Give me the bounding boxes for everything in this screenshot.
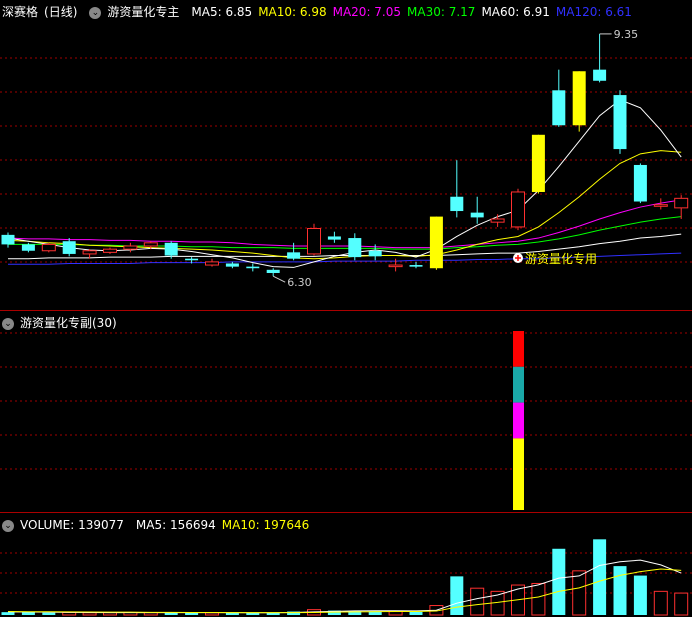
volume-bar: [572, 570, 587, 616]
candle-body: [62, 241, 76, 254]
candle-body: [572, 71, 586, 126]
candle-body: [531, 134, 545, 192]
main-indicator-name[interactable]: ⌄ 游资量化专主: [89, 4, 185, 20]
volume-legend: ⌄ VOLUME: 139077 MA5: 156694 MA10: 197646: [2, 517, 315, 533]
main-price-panel[interactable]: 9.35 6.30 游资量化专用 深赛格 (日线) ⌄ 游资量化专主 MA5: 6.85…: [0, 0, 692, 311]
sub-indicator-name[interactable]: ⌄ 游资量化专副(30): [2, 315, 123, 331]
main-legend: 深赛格 (日线) ⌄ 游资量化专主 MA5: 6.85 MA10: 6.98 MA2…: [2, 4, 638, 20]
vol-ma10-label: MA10: 197646: [221, 518, 310, 532]
candle-body: [266, 269, 280, 273]
candle-body: [1, 234, 15, 245]
candle-body: [348, 238, 362, 258]
volume-bar: [409, 611, 423, 615]
volume-bar: [62, 611, 77, 616]
high-price-label: 9.35: [614, 28, 639, 41]
candle-body: [470, 212, 484, 218]
volume-bar: [82, 612, 97, 616]
volume-bar: [225, 612, 239, 615]
candle-body: [388, 264, 403, 268]
candle-body: [21, 244, 35, 251]
candle-body: [593, 69, 607, 81]
candle-body: [450, 196, 464, 212]
signal-bar-segment: [513, 366, 524, 403]
volume-bar: [1, 612, 15, 615]
volume-bar: [470, 587, 485, 616]
candle-body: [82, 250, 97, 255]
volume-bar: [653, 590, 668, 616]
ma20-label: MA20: 7.05: [332, 5, 402, 19]
candlestick-chart[interactable]: 9.35 6.30 游资量化专用: [0, 0, 692, 311]
candle-body: [41, 243, 56, 252]
volume-bar: [21, 612, 35, 615]
ma10-label: MA10: 6.98: [258, 5, 327, 19]
signal-bar-segment: [513, 438, 524, 510]
sub-indicator-panel[interactable]: ⌄ 游资量化专副(30): [0, 311, 692, 513]
signal-bar-segment: [513, 331, 524, 367]
chevron-down-icon[interactable]: ⌄: [2, 317, 14, 330]
volume-bar: [531, 582, 546, 616]
candle-body: [552, 90, 566, 126]
ma5-label: MA5: 6.85: [191, 5, 253, 19]
chevron-down-icon[interactable]: ⌄: [2, 519, 14, 532]
signal-bar-segment: [513, 402, 524, 439]
candle-body: [205, 261, 219, 266]
candle-body: [674, 197, 689, 209]
sub-legend: ⌄ 游资量化专副(30): [2, 315, 129, 331]
candle-body: [613, 95, 627, 150]
candle-body: [123, 245, 138, 250]
ma30-label: MA30: 7.17: [407, 5, 476, 19]
candle-body: [185, 258, 199, 261]
low-price-label: 6.30: [287, 276, 312, 289]
candle-body: [225, 263, 239, 267]
candle-body: [287, 252, 301, 259]
candle-body: [327, 236, 341, 240]
candle-body: [246, 266, 260, 269]
candle-body: [429, 216, 443, 269]
candle-body: [409, 265, 423, 267]
volume-bar: [674, 592, 689, 616]
candle-body: [307, 228, 321, 255]
candle-body: [164, 242, 178, 256]
candle-body: [143, 242, 158, 247]
sub-indicator-chart[interactable]: [0, 311, 692, 513]
stock-name: 深赛格 (日线): [2, 5, 78, 19]
candle-body: [511, 191, 525, 228]
volume-bar: [593, 539, 607, 615]
volume-panel[interactable]: ⌄ VOLUME: 139077 MA5: 156694 MA10: 197646: [0, 513, 692, 617]
chevron-down-icon[interactable]: ⌄: [89, 6, 102, 19]
volume-bar: [633, 575, 647, 615]
volume-bar: [552, 548, 566, 615]
volume-bar: [450, 576, 464, 615]
ma60-label: MA60: 6.91: [481, 5, 550, 19]
ma120-label: MA120: 6.61: [555, 5, 632, 19]
candle-body: [368, 250, 382, 257]
vol-ma5-label: MA5: 156694: [135, 518, 216, 532]
signal-label: 游资量化专用: [525, 251, 597, 266]
ma30-line: [8, 216, 682, 250]
volume-bar: [42, 612, 56, 615]
candle-body: [653, 204, 668, 207]
candle-body: [633, 164, 647, 202]
candle-body: [490, 218, 505, 223]
low-marker: [272, 275, 286, 283]
volume-bar: [613, 566, 627, 615]
candle-body: [103, 248, 117, 253]
volume-indicator[interactable]: ⌄ VOLUME: 139077: [2, 517, 130, 533]
ma20-line: [7, 199, 682, 249]
ma10-line: [7, 150, 682, 260]
